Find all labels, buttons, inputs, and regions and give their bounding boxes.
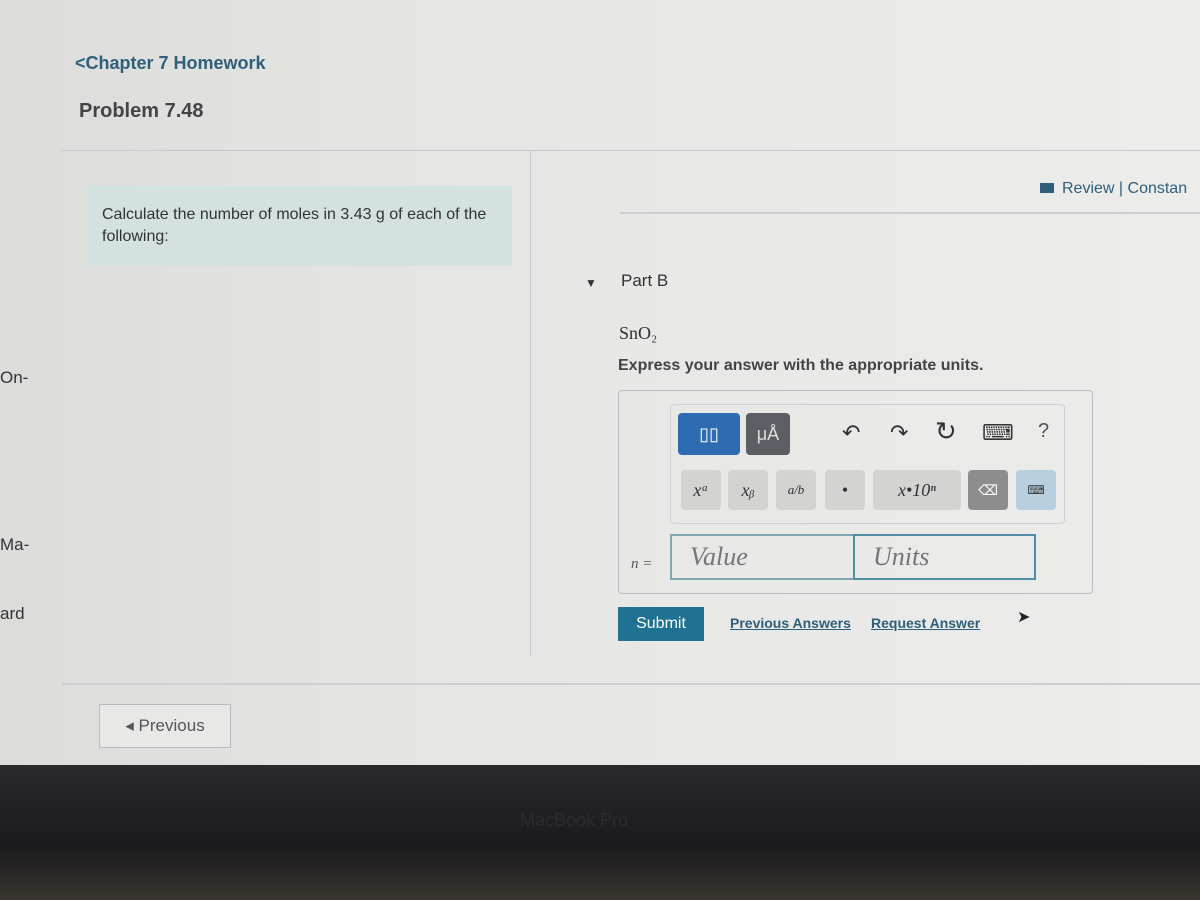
show-keyboard-button[interactable]: ⌨ bbox=[1016, 470, 1056, 510]
help-icon[interactable]: ? bbox=[1038, 420, 1049, 443]
review-icon bbox=[1040, 183, 1054, 193]
mouse-cursor-icon: ➤ bbox=[1017, 609, 1031, 626]
page-title: Problem 7.48 bbox=[79, 100, 204, 122]
laptop-bezel bbox=[0, 765, 1200, 900]
divider bbox=[62, 150, 1200, 151]
screen: On- Ma- ard <Chapter 7 Homework Problem … bbox=[0, 0, 1200, 765]
redo-icon[interactable]: ↷ bbox=[890, 420, 908, 446]
reset-icon[interactable]: ↻ bbox=[935, 416, 957, 447]
divider bbox=[620, 212, 1200, 214]
collapse-triangle-icon[interactable]: ▼ bbox=[585, 276, 597, 290]
templates-button[interactable]: ▯▯ bbox=[678, 413, 740, 455]
previous-button[interactable]: ◂ Previous bbox=[99, 704, 231, 748]
previous-answers-link[interactable]: Previous Answers bbox=[730, 615, 851, 631]
instructions: Express your answer with the appropriate… bbox=[618, 357, 984, 374]
keyboard-icon[interactable]: ⌨ bbox=[982, 420, 1014, 446]
scientific-notation-button[interactable]: x•10ⁿ bbox=[873, 470, 961, 510]
delete-button[interactable]: ⌫ bbox=[968, 470, 1008, 510]
subscript-button[interactable]: xᵦ bbox=[728, 470, 768, 510]
sidebar-fragment: On- bbox=[0, 368, 29, 387]
variable-label: n = bbox=[631, 556, 653, 572]
value-input[interactable] bbox=[670, 534, 855, 580]
sidebar-fragment: Ma- bbox=[0, 535, 30, 554]
problem-intro: Calculate the number of moles in 3.43 g … bbox=[86, 186, 512, 266]
fraction-button[interactable]: a/b bbox=[776, 470, 816, 510]
divider bbox=[530, 150, 531, 655]
device-label: MacBook Pro bbox=[520, 810, 629, 830]
dot-button[interactable]: • bbox=[825, 470, 865, 510]
superscript-button[interactable]: xᵃ bbox=[681, 470, 721, 510]
units-button[interactable]: μÅ bbox=[746, 413, 790, 455]
submit-button[interactable]: Submit bbox=[618, 607, 704, 641]
back-to-chapter-link[interactable]: <Chapter 7 Homework bbox=[75, 53, 266, 74]
review-constants-link[interactable]: Review | Constan bbox=[1040, 180, 1187, 198]
units-input[interactable] bbox=[853, 534, 1036, 580]
undo-icon[interactable]: ↶ bbox=[842, 420, 860, 446]
request-answer-link[interactable]: Request Answer bbox=[871, 615, 980, 631]
sidebar-fragment: ard bbox=[0, 604, 25, 623]
chemical-formula: SnO₂ bbox=[619, 323, 658, 343]
divider bbox=[62, 683, 1200, 685]
part-label[interactable]: Part B bbox=[621, 271, 668, 291]
